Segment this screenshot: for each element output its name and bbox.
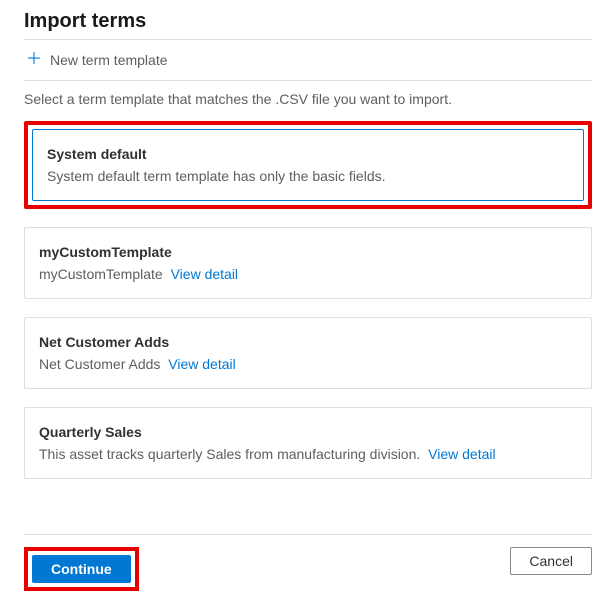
template-description: Net Customer Adds View detail <box>39 356 577 372</box>
plus-icon: ＋ <box>26 52 42 68</box>
page-title: Import terms <box>24 10 592 40</box>
new-term-template-label: New term template <box>50 52 167 68</box>
highlight-selected-template: System default System default term templ… <box>24 121 592 209</box>
template-title: myCustomTemplate <box>39 244 577 260</box>
template-title: Net Customer Adds <box>39 334 577 350</box>
template-description-text: myCustomTemplate <box>39 266 163 282</box>
template-card-net-customer-adds[interactable]: Net Customer Adds Net Customer Adds View… <box>24 317 592 389</box>
highlight-continue-button: Continue <box>24 547 139 591</box>
template-description: System default term template has only th… <box>47 168 569 184</box>
instruction-text: Select a term template that matches the … <box>24 91 592 107</box>
toolbar: ＋ New term template <box>24 40 592 81</box>
template-title: Quarterly Sales <box>39 424 577 440</box>
template-card-system-default[interactable]: System default System default term templ… <box>32 129 584 201</box>
view-detail-link[interactable]: View detail <box>428 446 495 462</box>
template-description-text: Net Customer Adds <box>39 356 160 372</box>
template-description-text: This asset tracks quarterly Sales from m… <box>39 446 420 462</box>
continue-button[interactable]: Continue <box>32 555 131 583</box>
view-detail-link[interactable]: View detail <box>168 356 235 372</box>
template-card-quarterly-sales[interactable]: Quarterly Sales This asset tracks quarte… <box>24 407 592 479</box>
cancel-button[interactable]: Cancel <box>510 547 592 575</box>
view-detail-link[interactable]: View detail <box>171 266 238 282</box>
template-title: System default <box>47 146 569 162</box>
template-description: This asset tracks quarterly Sales from m… <box>39 446 577 462</box>
template-list: System default System default term templ… <box>24 121 592 479</box>
new-term-template-button[interactable]: ＋ New term template <box>24 48 170 72</box>
footer: Continue Cancel <box>24 534 592 591</box>
template-description: myCustomTemplate View detail <box>39 266 577 282</box>
template-card-mycustomtemplate[interactable]: myCustomTemplate myCustomTemplate View d… <box>24 227 592 299</box>
